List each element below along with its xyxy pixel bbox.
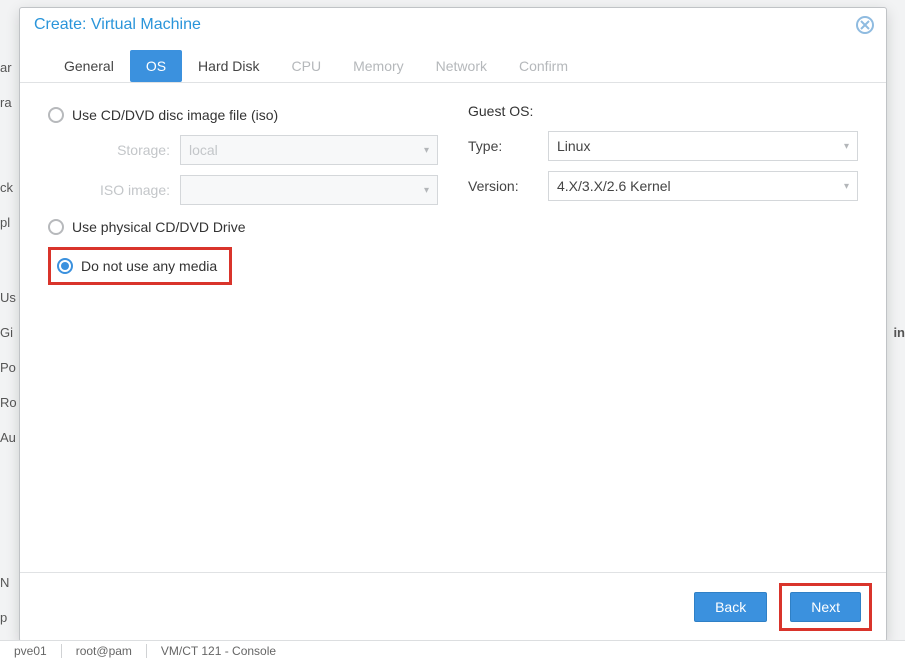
bg-frag: ra <box>0 95 12 110</box>
highlight-next: Next <box>779 583 872 631</box>
bg-frag: Po <box>0 360 16 375</box>
radio-no-media-label: Do not use any media <box>81 258 217 274</box>
bg-frag: ck <box>0 180 13 195</box>
status-vm: VM/CT 121 - Console <box>147 644 290 658</box>
guest-version-label: Version: <box>468 178 548 194</box>
dialog-title: Create: Virtual Machine <box>34 16 201 34</box>
radio-icon <box>48 107 64 123</box>
radio-icon <box>48 219 64 235</box>
bg-frag: pl <box>0 215 10 230</box>
media-column: Use CD/DVD disc image file (iso) Storage… <box>48 103 438 562</box>
wizard-tabs: General OS Hard Disk CPU Memory Network … <box>20 42 886 83</box>
storage-value: local <box>189 142 218 158</box>
radio-use-iso-label: Use CD/DVD disc image file (iso) <box>72 107 278 123</box>
tab-os[interactable]: OS <box>130 50 182 82</box>
status-bar: pve01 root@pam VM/CT 121 - Console <box>0 640 905 660</box>
chevron-down-icon: ▾ <box>844 181 849 192</box>
bg-frag-right: in <box>893 325 905 340</box>
chevron-down-icon: ▾ <box>424 185 429 196</box>
tab-confirm: Confirm <box>503 50 584 82</box>
radio-icon <box>57 258 73 274</box>
bg-frag: Ro <box>0 395 17 410</box>
status-user: root@pam <box>62 644 146 658</box>
tab-cpu: CPU <box>276 50 338 82</box>
radio-use-physical[interactable]: Use physical CD/DVD Drive <box>48 215 438 239</box>
back-button[interactable]: Back <box>694 592 767 622</box>
storage-select: local ▾ <box>180 135 438 165</box>
tab-harddisk[interactable]: Hard Disk <box>182 50 275 82</box>
create-vm-dialog: Create: Virtual Machine General OS Hard … <box>19 7 887 642</box>
guest-version-select[interactable]: 4.X/3.X/2.6 Kernel ▾ <box>548 171 858 201</box>
tab-general[interactable]: General <box>48 50 130 82</box>
close-icon[interactable] <box>856 16 874 34</box>
bg-frag: p <box>0 610 7 625</box>
radio-no-media[interactable]: Do not use any media <box>53 252 223 280</box>
tab-network: Network <box>420 50 503 82</box>
iso-image-select: ▾ <box>180 175 438 205</box>
highlight-no-media: Do not use any media <box>48 247 232 285</box>
status-host: pve01 <box>0 644 61 658</box>
bg-frag: Au <box>0 430 16 445</box>
dialog-footer: Back Next <box>20 572 886 641</box>
radio-use-iso[interactable]: Use CD/DVD disc image file (iso) <box>48 103 438 127</box>
radio-use-physical-label: Use physical CD/DVD Drive <box>72 219 245 235</box>
guest-type-label: Type: <box>468 138 548 154</box>
guest-type-select[interactable]: Linux ▾ <box>548 131 858 161</box>
guest-type-value: Linux <box>557 138 590 154</box>
next-button[interactable]: Next <box>790 592 861 622</box>
storage-label: Storage: <box>48 142 180 158</box>
chevron-down-icon: ▾ <box>424 145 429 156</box>
bg-frag: N <box>0 575 9 590</box>
guest-os-column: Guest OS: Type: Linux ▾ Version: 4.X/3.X… <box>468 103 858 562</box>
tab-memory: Memory <box>337 50 420 82</box>
guest-version-value: 4.X/3.X/2.6 Kernel <box>557 178 671 194</box>
chevron-down-icon: ▾ <box>844 141 849 152</box>
bg-frag: Gi <box>0 325 13 340</box>
guest-os-heading: Guest OS: <box>468 103 858 119</box>
bg-frag: Us <box>0 290 16 305</box>
dialog-titlebar: Create: Virtual Machine <box>20 8 886 42</box>
bg-frag: ar <box>0 60 12 75</box>
iso-image-label: ISO image: <box>48 182 180 198</box>
